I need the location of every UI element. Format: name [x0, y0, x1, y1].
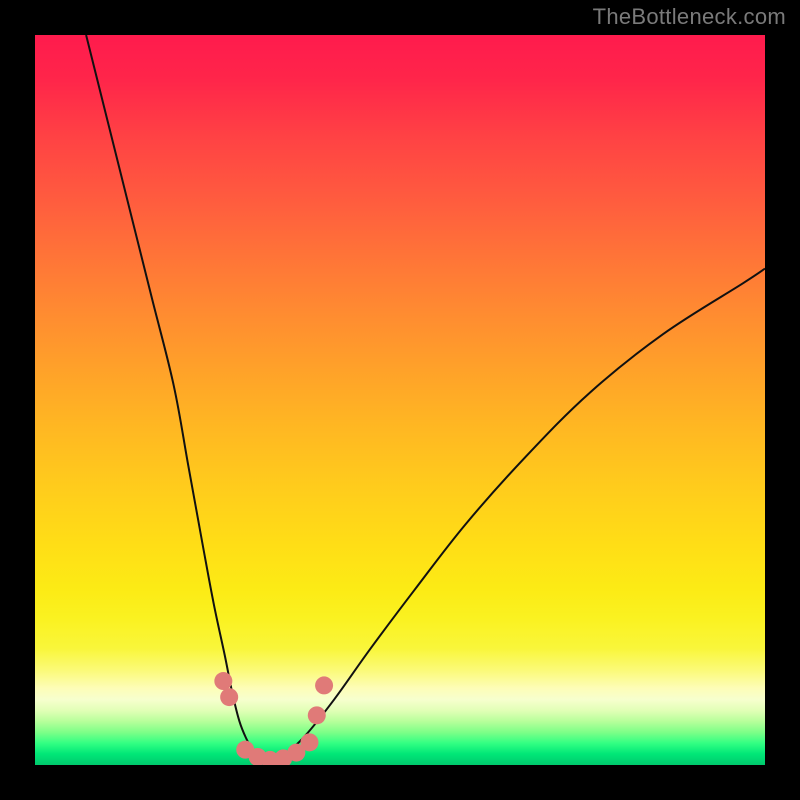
outer-frame: TheBottleneck.com [0, 0, 800, 800]
bottleneck-curve [35, 35, 765, 765]
curve-marker-dot [315, 676, 333, 694]
plot-area [35, 35, 765, 765]
curve-right-branch [269, 269, 765, 765]
curve-marker-dot [214, 672, 232, 690]
curve-markers [214, 672, 333, 765]
curve-marker-dot [300, 733, 318, 751]
curve-marker-dot [220, 688, 238, 706]
curve-left-branch [86, 35, 269, 765]
watermark-text: TheBottleneck.com [593, 4, 786, 30]
curve-marker-dot [308, 706, 326, 724]
